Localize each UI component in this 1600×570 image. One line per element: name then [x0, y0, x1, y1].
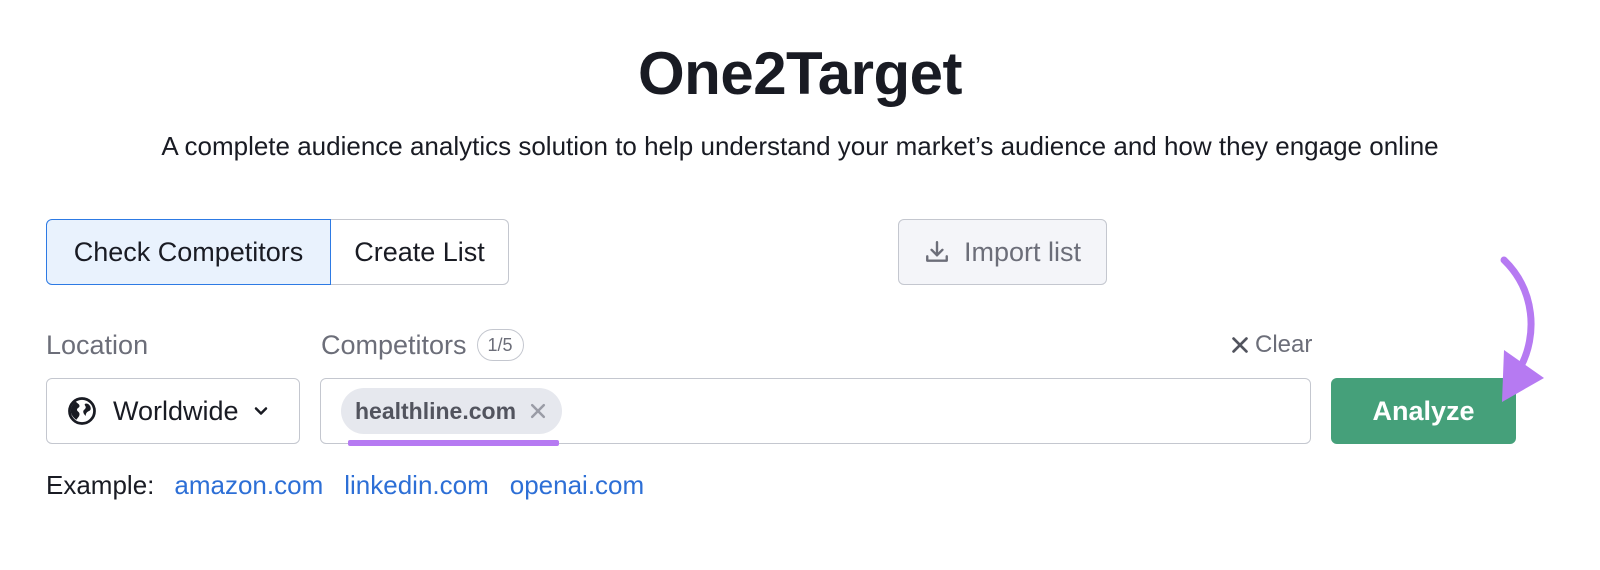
download-icon	[926, 241, 948, 262]
location-label: Location	[46, 330, 149, 360]
import-list-label: Import list	[963, 236, 1082, 267]
clear-button[interactable]: Clear	[1229, 330, 1312, 360]
competitors-label: Competitors	[321, 330, 467, 360]
location-select[interactable]: Worldwide	[46, 378, 300, 444]
globe-icon	[68, 397, 96, 425]
example-link-amazon[interactable]: amazon.com	[174, 468, 323, 502]
annotation-arrow	[1500, 256, 1544, 402]
competitor-chip-label: healthline.com	[355, 397, 517, 424]
import-list-button[interactable]: Import list	[898, 219, 1107, 285]
highlight-underline	[348, 440, 559, 446]
close-icon	[1232, 337, 1248, 353]
mode-toggle: Check Competitors Create List	[46, 219, 509, 285]
clear-label: Clear	[1255, 331, 1313, 358]
chevron-down-icon	[254, 407, 267, 415]
competitor-chip: healthline.com	[341, 388, 563, 434]
page-subtitle: A complete audience analytics solution t…	[161, 131, 1439, 161]
competitors-label-group: Competitors 1/5	[321, 328, 524, 362]
tab-check-competitors[interactable]: Check Competitors	[46, 219, 331, 285]
competitors-count-badge: 1/5	[476, 329, 524, 361]
page-title: One2Target	[638, 40, 962, 107]
competitors-input[interactable]: healthline.com	[320, 378, 1311, 444]
remove-chip-icon[interactable]	[528, 401, 548, 421]
examples-row: Example: amazon.com linkedin.com openai.…	[46, 468, 665, 502]
location-value: Worldwide	[113, 395, 239, 426]
example-link-linkedin[interactable]: linkedin.com	[344, 468, 489, 502]
analyze-button[interactable]: Analyze	[1331, 378, 1516, 444]
examples-label: Example:	[46, 470, 155, 500]
tab-create-list[interactable]: Create List	[331, 219, 509, 285]
example-link-openai[interactable]: openai.com	[510, 468, 644, 502]
